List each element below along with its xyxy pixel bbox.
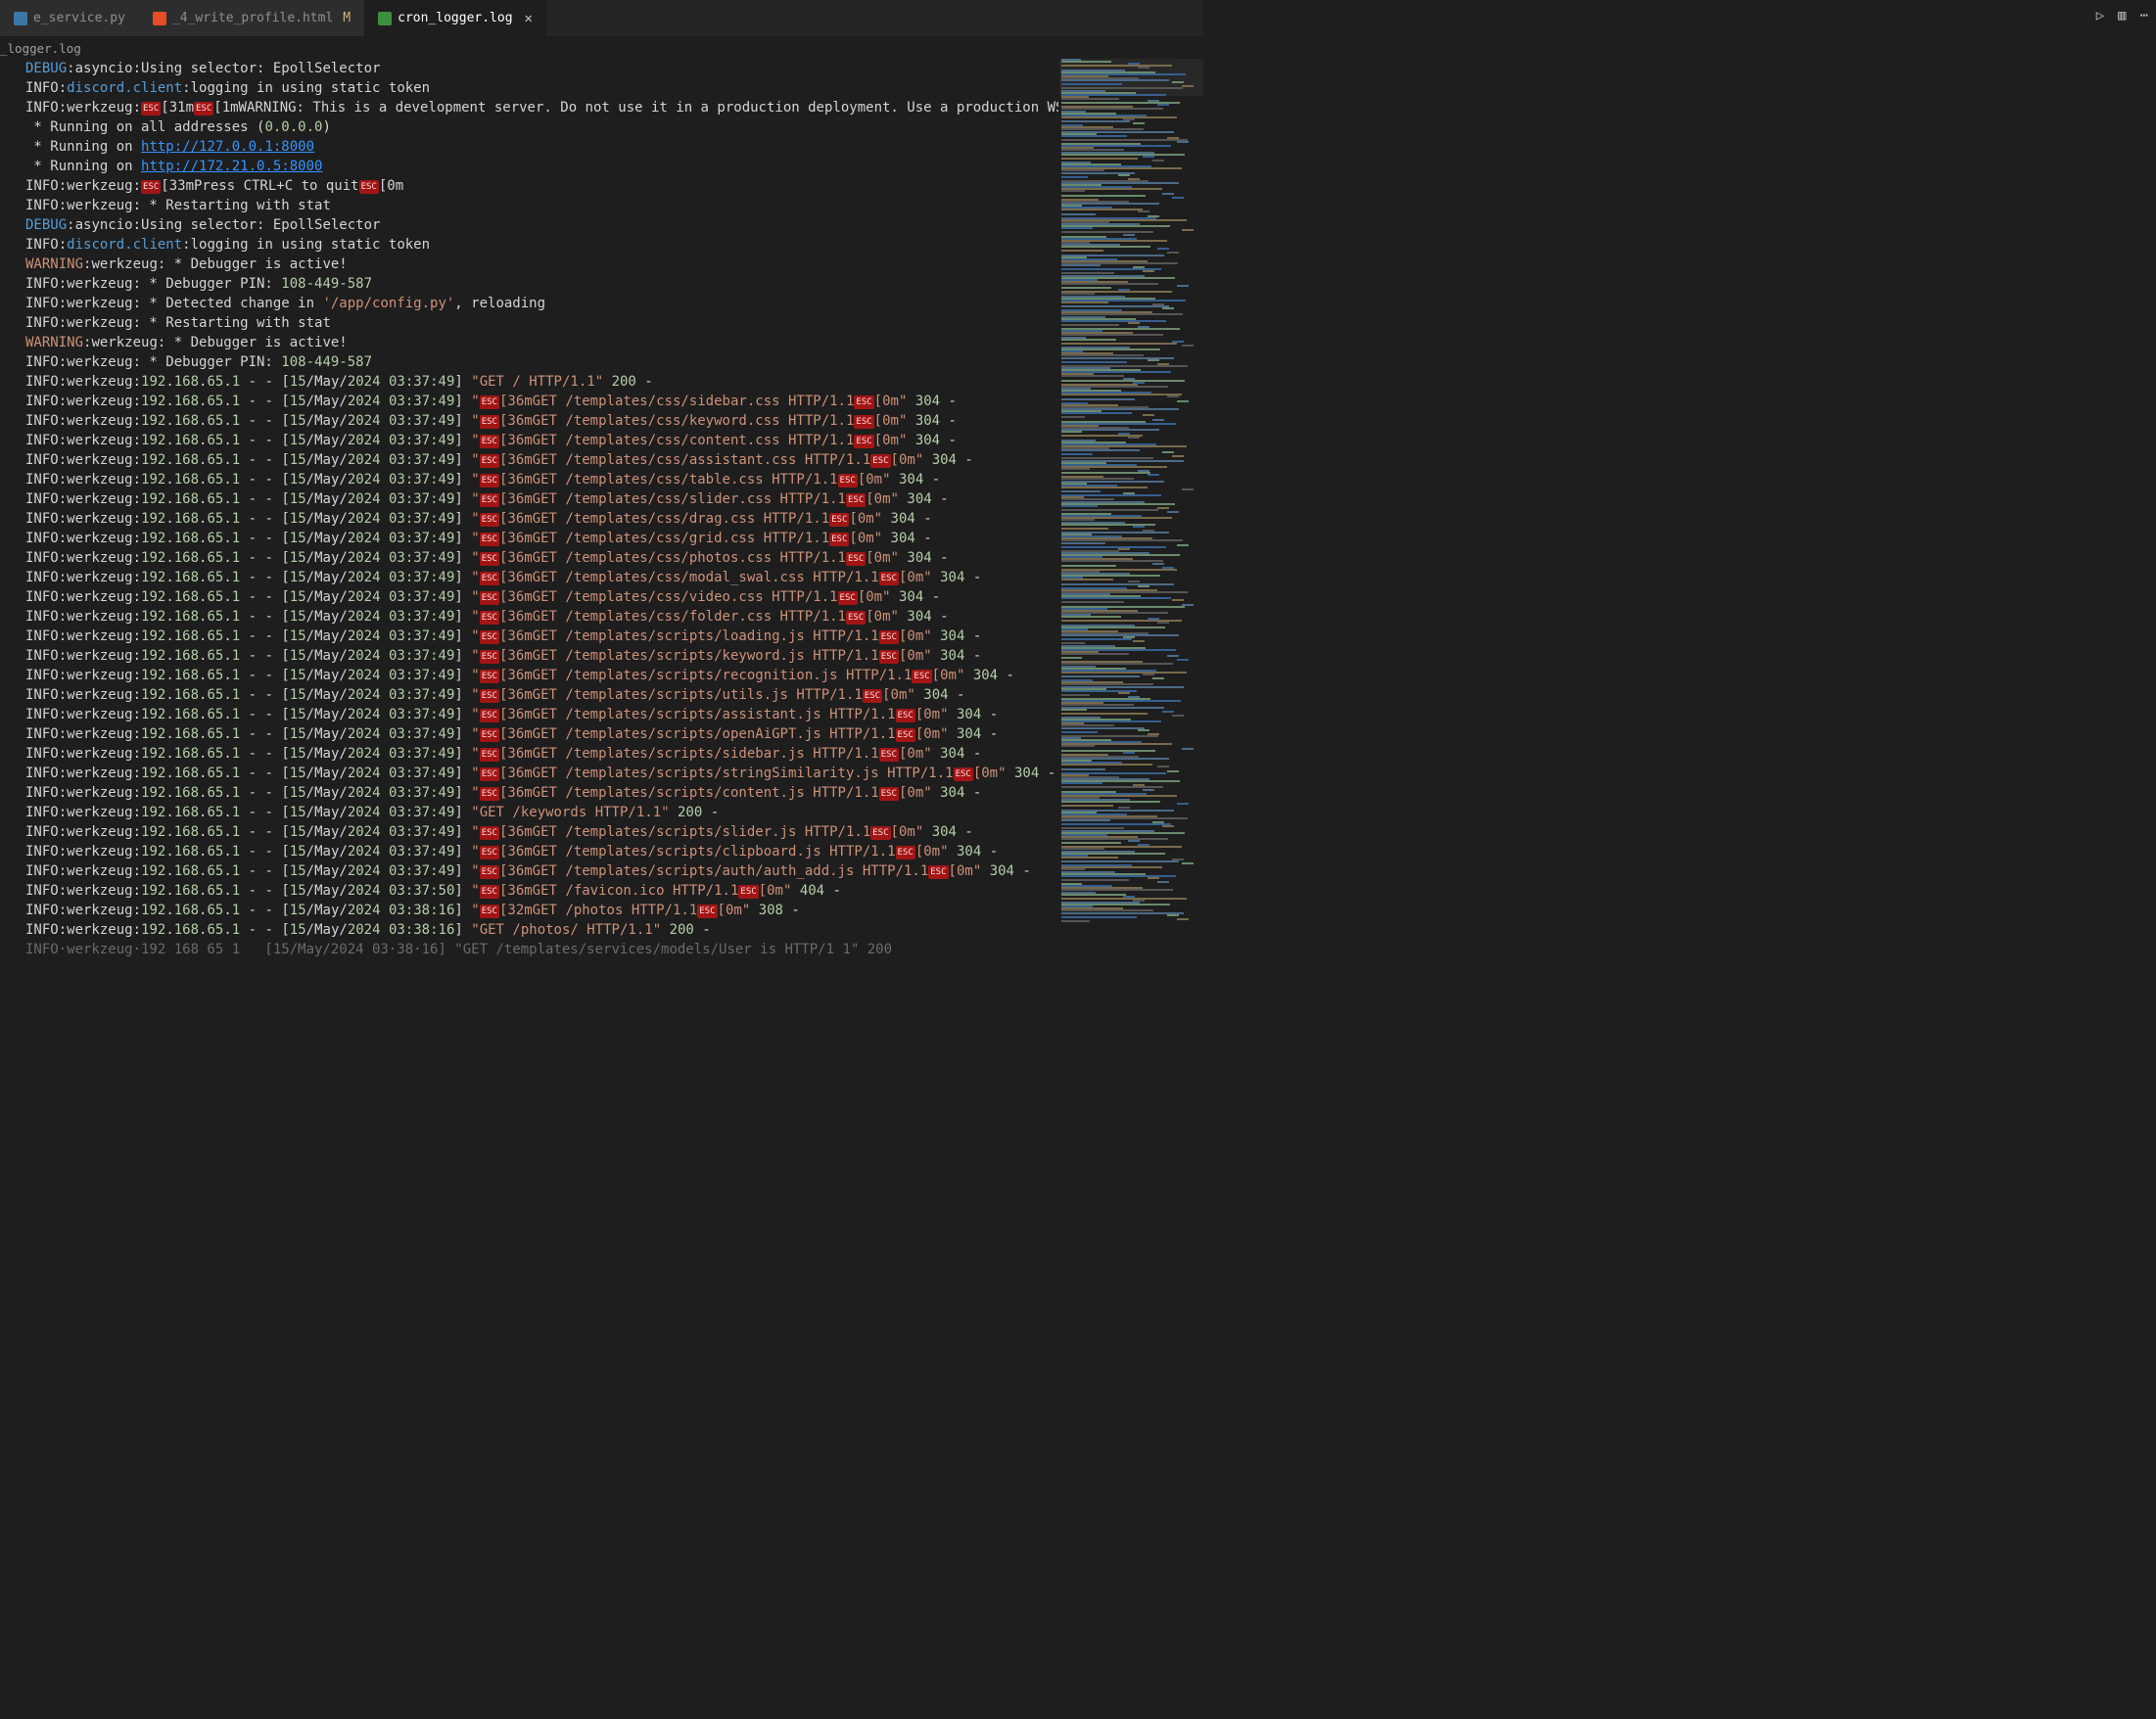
breadcrumb-text: _logger.log [0, 41, 81, 56]
python-file-icon [14, 12, 27, 25]
tab-label: _4_write_profile.html [172, 11, 333, 25]
minimap[interactable] [1058, 59, 1203, 957]
html-file-icon [153, 12, 166, 25]
tab-label: cron_logger.log [398, 11, 512, 25]
tab-service-py[interactable]: e_service.py [0, 0, 139, 36]
breadcrumb[interactable]: _logger.log [0, 37, 1203, 59]
tab-label: e_service.py [33, 11, 125, 25]
tab-cron-logger-log[interactable]: cron_logger.log ✕ [364, 0, 546, 36]
tab-write-profile-html[interactable]: _4_write_profile.html M [139, 0, 364, 36]
log-file-icon [378, 12, 392, 25]
close-icon[interactable]: ✕ [525, 11, 533, 26]
editor-title-actions: ▷ ▥ ⋯ [2096, 8, 2148, 23]
tab-modified-indicator: M [343, 11, 351, 25]
editor-area: DEBUG:asyncio:Using selector: EpollSelec… [0, 59, 1203, 957]
more-actions-icon[interactable]: ⋯ [2140, 8, 2148, 23]
editor-tabs: e_service.py _4_write_profile.html M cro… [0, 0, 1203, 37]
split-editor-icon[interactable]: ▥ [2118, 8, 2126, 23]
log-content[interactable]: DEBUG:asyncio:Using selector: EpollSelec… [0, 59, 1058, 957]
run-icon[interactable]: ▷ [2096, 8, 2104, 23]
